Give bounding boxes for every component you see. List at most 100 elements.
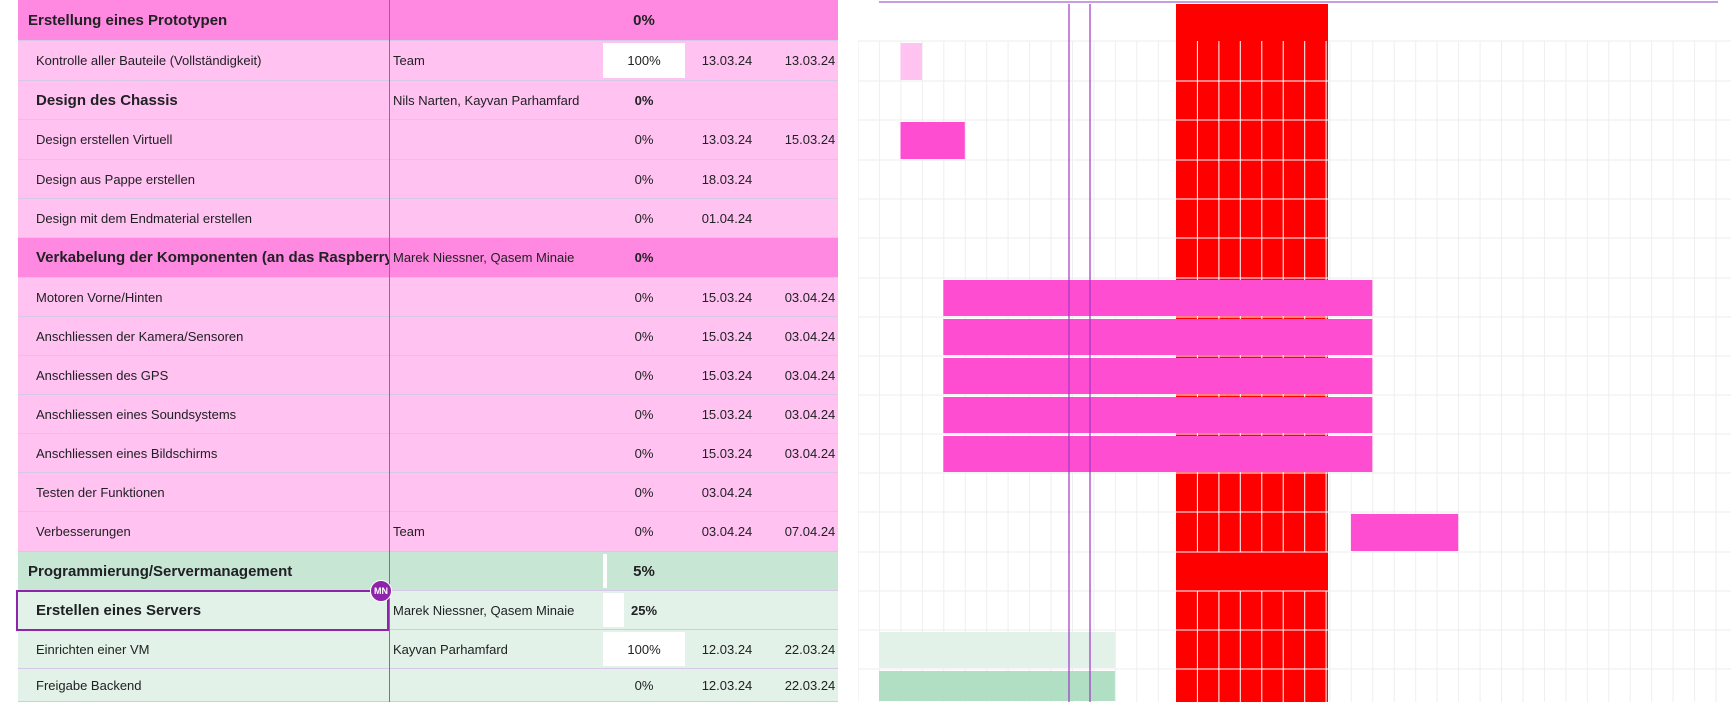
start-date-cell[interactable] — [685, 552, 769, 590]
task-bar — [943, 280, 1373, 316]
task-row: Design aus Pappe erstellen 0% 18.03.24 — [18, 160, 838, 199]
end-date-cell[interactable]: 15.03.24 — [769, 120, 851, 159]
end-date-cell[interactable] — [769, 238, 851, 277]
team-cell[interactable]: Marek Niessner, Qasem Minaie — [391, 238, 603, 277]
task-name-cell[interactable]: Anschliessen der Kamera/Sensoren — [18, 317, 389, 355]
task-name-cell[interactable]: Motoren Vorne/Hinten — [18, 278, 389, 316]
team-cell[interactable] — [391, 356, 603, 394]
end-date-cell[interactable]: 22.03.24 — [769, 630, 851, 668]
task-name-cell[interactable]: Design aus Pappe erstellen — [18, 160, 389, 198]
task-bar — [943, 319, 1373, 355]
team-cell[interactable] — [391, 278, 603, 316]
progress-cell[interactable]: 100% — [603, 41, 685, 80]
end-date-cell[interactable]: 22.03.24 — [769, 669, 851, 701]
progress-cell[interactable]: 0% — [603, 278, 685, 316]
progress-cell[interactable]: 5% — [603, 552, 685, 590]
team-cell[interactable]: Nils Narten, Kayvan Parhamfard — [391, 81, 603, 119]
progress-cell-text: 100% — [627, 641, 661, 657]
start-date-cell[interactable]: 15.03.24 — [685, 278, 769, 316]
progress-cell[interactable]: 0% — [603, 120, 685, 159]
task-row: Einrichten einer VM Kayvan Parhamfard 100%… — [18, 630, 838, 669]
task-name-cell[interactable]: Anschliessen eines Soundsystems — [18, 395, 389, 433]
end-date-cell[interactable] — [769, 591, 851, 629]
task-name-cell[interactable]: Design erstellen Virtuell — [18, 120, 389, 159]
team-cell[interactable]: Kayvan Parhamfard — [391, 630, 603, 668]
start-date-cell[interactable]: 15.03.24 — [685, 356, 769, 394]
start-date-cell[interactable]: 03.04.24 — [685, 473, 769, 511]
team-cell-text: Team — [393, 524, 425, 539]
start-date-cell[interactable]: 12.03.24 — [685, 630, 769, 668]
start-date-cell-text: 15.03.24 — [701, 367, 753, 383]
task-name-cell[interactable]: Anschliessen eines Bildschirms — [18, 434, 389, 472]
start-date-cell-text: 13.03.24 — [701, 53, 753, 68]
end-date-cell[interactable]: 13.03.24 — [769, 41, 851, 80]
progress-cell[interactable]: 25% — [603, 591, 685, 629]
progress-cell[interactable]: 0% — [603, 0, 685, 40]
end-date-cell[interactable]: 03.04.24 — [769, 356, 851, 394]
start-date-cell[interactable] — [685, 81, 769, 119]
start-date-cell[interactable]: 15.03.24 — [685, 395, 769, 433]
start-date-cell[interactable] — [685, 0, 769, 40]
task-name-cell[interactable]: Einrichten einer VM — [18, 630, 389, 668]
start-date-cell[interactable]: 13.03.24 — [685, 120, 769, 159]
task-name-cell[interactable]: Erstellung eines Prototypen — [18, 0, 389, 40]
start-date-cell[interactable]: 15.03.24 — [685, 317, 769, 355]
team-cell[interactable] — [391, 669, 603, 701]
start-date-cell[interactable]: 03.04.24 — [685, 512, 769, 551]
end-date-cell[interactable] — [769, 81, 851, 119]
team-cell[interactable] — [391, 160, 603, 198]
task-name-cell[interactable]: Freigabe Backend — [18, 669, 389, 701]
start-date-cell[interactable]: 01.04.24 — [685, 199, 769, 237]
progress-cell[interactable]: 0% — [603, 669, 685, 701]
end-date-cell[interactable] — [769, 199, 851, 237]
start-date-cell[interactable]: 15.03.24 — [685, 434, 769, 472]
team-cell[interactable] — [391, 552, 603, 590]
progress-cell[interactable]: 0% — [603, 317, 685, 355]
task-name-cell[interactable]: Testen der Funktionen — [18, 473, 389, 511]
team-cell[interactable] — [391, 120, 603, 159]
task-name-cell[interactable]: Design mit dem Endmaterial erstellen — [18, 199, 389, 237]
team-cell[interactable] — [391, 0, 603, 40]
end-date-cell[interactable]: 03.04.24 — [769, 434, 851, 472]
progress-cell[interactable]: 0% — [603, 434, 685, 472]
end-date-cell[interactable]: 03.04.24 — [769, 317, 851, 355]
team-cell[interactable] — [391, 434, 603, 472]
end-date-cell[interactable]: 03.04.24 — [769, 395, 851, 433]
task-name-cell[interactable]: Design des Chassis — [18, 81, 389, 119]
start-date-cell[interactable]: 12.03.24 — [685, 669, 769, 701]
collaborator-avatar[interactable]: MN — [370, 580, 392, 602]
start-date-cell[interactable] — [685, 238, 769, 277]
end-date-cell[interactable]: 03.04.24 — [769, 278, 851, 316]
team-cell[interactable] — [391, 199, 603, 237]
team-cell[interactable]: Team — [391, 512, 603, 551]
task-name-cell[interactable]: Anschliessen des GPS — [18, 356, 389, 394]
progress-cell[interactable]: 100% — [603, 630, 685, 668]
start-date-cell[interactable] — [685, 591, 769, 629]
progress-cell[interactable]: 0% — [603, 81, 685, 119]
end-date-cell[interactable] — [769, 160, 851, 198]
start-date-cell[interactable]: 18.03.24 — [685, 160, 769, 198]
progress-cell[interactable]: 0% — [603, 199, 685, 237]
end-date-cell[interactable] — [769, 473, 851, 511]
task-name-cell[interactable]: Verkabelung der Komponenten (an das Rasp… — [18, 238, 389, 277]
task-name-cell[interactable]: Programmierung/Servermanagement — [18, 552, 389, 590]
end-date-cell[interactable]: 07.04.24 — [769, 512, 851, 551]
progress-cell[interactable]: 0% — [603, 473, 685, 511]
team-cell[interactable]: Marek Niessner, Qasem Minaie — [391, 591, 603, 629]
end-date-cell[interactable] — [769, 0, 851, 40]
progress-cell[interactable]: 0% — [603, 160, 685, 198]
end-date-cell-text: 07.04.24 — [784, 524, 836, 539]
start-date-cell[interactable]: 13.03.24 — [685, 41, 769, 80]
team-cell[interactable]: Team — [391, 41, 603, 80]
team-cell[interactable] — [391, 317, 603, 355]
team-cell[interactable] — [391, 395, 603, 433]
progress-cell[interactable]: 0% — [603, 395, 685, 433]
start-date-cell-text: 13.03.24 — [701, 132, 753, 147]
progress-cell[interactable]: 0% — [603, 238, 685, 277]
progress-cell[interactable]: 0% — [603, 356, 685, 394]
task-name-cell[interactable]: Verbesserungen — [18, 512, 389, 551]
task-name-cell[interactable]: Kontrolle aller Bauteile (Vollständigkei… — [18, 41, 389, 80]
end-date-cell[interactable] — [769, 552, 851, 590]
progress-cell[interactable]: 0% — [603, 512, 685, 551]
team-cell[interactable] — [391, 473, 603, 511]
